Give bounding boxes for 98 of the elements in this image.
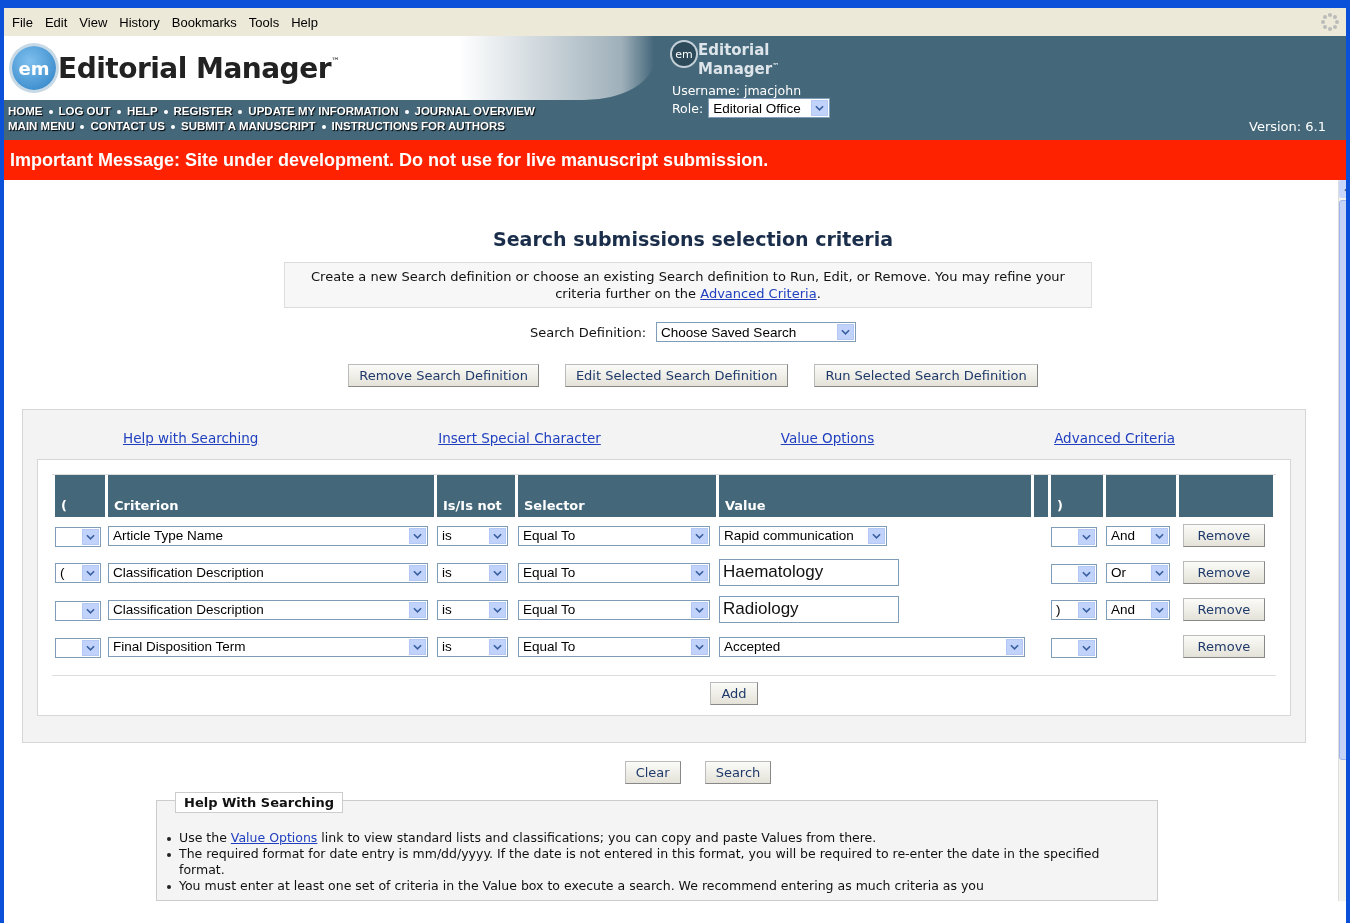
nav-link[interactable]: INSTRUCTIONS FOR AUTHORS	[331, 119, 505, 134]
criterion-dropdown[interactable]: Article Type Name	[108, 525, 428, 546]
logo-text: Manager$^{™}$	[698, 59, 780, 77]
bullet-icon	[167, 837, 171, 841]
close-paren-dropdown[interactable]	[1051, 563, 1097, 584]
column-header	[1106, 475, 1176, 517]
menu-item[interactable]: View	[75, 14, 116, 30]
add-button[interactable]: Add	[710, 682, 758, 705]
value-field[interactable]: Haematology	[719, 559, 899, 586]
username-text: Username: jmacjohn	[672, 83, 803, 98]
menu-item[interactable]: Tools	[244, 14, 288, 30]
close-paren-dropdown[interactable]	[1051, 526, 1097, 547]
menu-item[interactable]: Bookmarks	[167, 14, 245, 30]
selector-dropdown[interactable]: Equal To	[518, 636, 710, 657]
close-paren-dropdown[interactable]	[1051, 637, 1097, 658]
definition-button[interactable]: Edit Selected Search Definition	[564, 364, 789, 387]
column-header: Selector	[518, 475, 716, 517]
selector-dropdown[interactable]: Equal To	[518, 599, 710, 620]
page-title: Search submissions selection criteria	[492, 228, 894, 250]
help-legend: Help With Searching	[175, 792, 344, 813]
is-dropdown[interactable]: is	[437, 562, 508, 583]
column-header: Value	[719, 475, 1031, 517]
version-text: Version: 6.1	[1249, 119, 1326, 134]
value-dropdown[interactable]: Rapid communication	[719, 525, 887, 546]
nav-link[interactable]: JOURNAL OVERVIEW	[414, 104, 535, 119]
is-dropdown[interactable]: is	[437, 525, 508, 546]
remove-button[interactable]: Remove	[1183, 598, 1265, 621]
open-paren-dropdown[interactable]: (	[55, 562, 101, 583]
is-dropdown[interactable]: is	[437, 599, 508, 620]
panel-link[interactable]: Value Options	[780, 430, 875, 446]
close-paren-dropdown[interactable]: )	[1051, 599, 1097, 620]
column-header: Is/Is not	[437, 475, 515, 517]
open-paren-dropdown[interactable]	[55, 637, 101, 658]
panel-link[interactable]: Insert Special Character	[438, 430, 601, 446]
open-paren-dropdown[interactable]	[55, 526, 101, 547]
conjunction-dropdown[interactable]: And	[1106, 599, 1170, 620]
column-header: )	[1051, 475, 1103, 517]
separator-dot-icon	[80, 124, 85, 129]
nav-link[interactable]: HOME	[8, 104, 43, 119]
remove-button[interactable]: Remove	[1183, 524, 1265, 547]
separator-dot-icon	[321, 124, 326, 129]
message-text: Important Message: Site under development. Do not use for live manuscript submission.	[10, 149, 769, 171]
help-item: Use the Value Options link to view standard lists and classifications; you can copy and paste Values from there.	[179, 830, 878, 846]
form-button[interactable]: Clear	[624, 761, 681, 784]
nav-link[interactable]: CONTACT US	[90, 119, 165, 134]
nav-link[interactable]: REGISTER	[173, 104, 233, 119]
bullet-icon	[167, 885, 171, 889]
separator-dot-icon	[163, 109, 168, 114]
nav-link[interactable]: MAIN MENU	[8, 119, 75, 134]
conjunction-dropdown[interactable]: Or	[1106, 562, 1170, 583]
form-button[interactable]: Search	[704, 761, 772, 784]
nav-link[interactable]: UPDATE MY INFORMATION	[248, 104, 399, 119]
value-options-link[interactable]: Value Options	[230, 830, 318, 845]
remove-button[interactable]: Remove	[1183, 561, 1265, 584]
is-dropdown[interactable]: is	[437, 636, 508, 657]
column-header: Criterion	[108, 475, 434, 517]
menu-item[interactable]: History	[115, 14, 168, 30]
logo-text: Editorial	[698, 42, 771, 58]
criterion-dropdown[interactable]: Final Disposition Term	[108, 636, 428, 657]
separator-dot-icon	[404, 109, 409, 114]
intro-text: Create a new Search definition or choose an existing Search definition to Run, Edit, or Remove. You may refine your criteria further on the Advanced Criteria.	[284, 262, 1092, 308]
remove-button[interactable]: Remove	[1183, 635, 1265, 658]
separator-dot-icon	[116, 109, 121, 114]
panel-link[interactable]: Advanced Criteria	[1054, 430, 1175, 446]
nav-link[interactable]: HELP	[126, 104, 158, 119]
menu-item[interactable]: Help	[287, 14, 326, 30]
definition-button[interactable]: Remove Search Definition	[348, 364, 539, 387]
criterion-dropdown[interactable]: Classification Description	[108, 562, 428, 583]
definition-button[interactable]: Run Selected Search Definition	[814, 364, 1038, 387]
separator-dot-icon	[48, 109, 53, 114]
column-header	[1034, 475, 1048, 517]
help-item: The required format for date entry is mm/dd/yyyy. If the date is not entered in this format, you will be required to re-enter the date in the specified format.	[179, 846, 1101, 878]
selector-dropdown[interactable]: Equal To	[518, 562, 710, 583]
logo-text: Editorial Manager	[58, 51, 331, 85]
column-header: (	[55, 475, 105, 517]
separator-dot-icon	[238, 109, 243, 114]
value-field[interactable]: Radiology	[719, 596, 899, 623]
menu-item[interactable]: Edit	[40, 14, 76, 30]
bullet-icon	[167, 853, 171, 857]
nav-link[interactable]: SUBMIT A MANUSCRIPT	[181, 119, 316, 134]
throbber-icon	[1320, 12, 1340, 32]
conjunction-dropdown[interactable]: And	[1106, 525, 1170, 546]
open-paren-dropdown[interactable]	[55, 600, 101, 621]
separator-dot-icon	[171, 124, 175, 129]
search-definition-label: Search Definition:	[529, 324, 647, 340]
value-dropdown[interactable]: Accepted	[719, 636, 1025, 657]
role-dropdown[interactable]: Editorial Office	[708, 98, 831, 118]
nav-link[interactable]: LOG OUT	[58, 104, 111, 119]
search-definition-dropdown[interactable]: Choose Saved Search	[656, 322, 857, 342]
help-item: You must enter at least one set of criteria in the Value box to execute a search. We recommend entering as much criteria as you	[179, 878, 985, 894]
logo-badge: em	[12, 46, 56, 90]
panel-link[interactable]: Help with Searching	[123, 430, 259, 446]
criterion-dropdown[interactable]: Classification Description	[108, 599, 428, 620]
logo-badge: em	[672, 42, 696, 66]
advanced-criteria-link[interactable]: Advanced Criteria	[700, 286, 817, 301]
menu-item[interactable]: File	[8, 14, 41, 30]
role-label: Role:	[672, 100, 704, 116]
selector-dropdown[interactable]: Equal To	[518, 525, 710, 546]
